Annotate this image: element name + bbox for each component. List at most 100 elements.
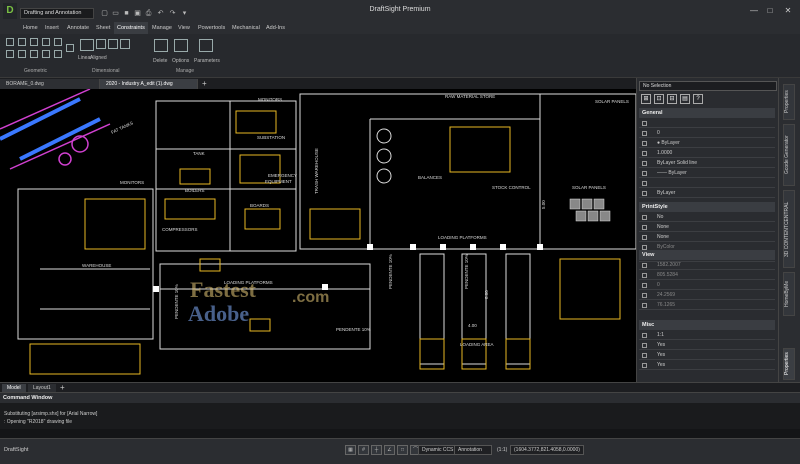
angular-icon[interactable] — [120, 39, 130, 49]
polar-icon[interactable]: ∠ — [384, 445, 395, 455]
radius-icon[interactable] — [96, 39, 106, 49]
fix-icon[interactable] — [66, 44, 74, 52]
selection-dropdown[interactable]: No Selection — [639, 81, 777, 91]
filter-icon[interactable]: ▤ — [680, 94, 690, 104]
delete-button[interactable]: Delete — [153, 58, 167, 64]
options-icon[interactable] — [174, 39, 188, 52]
toggle-pickadd-icon[interactable]: ⊟ — [667, 94, 677, 104]
misc-row[interactable]: Yes — [639, 341, 775, 350]
printstyle-row[interactable]: No — [639, 213, 775, 222]
print-icon — [642, 215, 647, 220]
menu-addins[interactable]: Add-Ins — [263, 22, 288, 34]
app-logo-icon[interactable]: D — [3, 3, 17, 19]
parameters-icon[interactable] — [199, 39, 213, 52]
side-tab-gcode[interactable]: Gcode Generator — [783, 124, 795, 186]
diameter-icon[interactable] — [108, 39, 118, 49]
side-tab-properties-top[interactable]: Properties — [783, 84, 795, 120]
parameters-button[interactable]: Parameters — [194, 58, 220, 64]
section-view[interactable]: View — [639, 250, 775, 260]
misc-row[interactable]: Yes — [639, 351, 775, 360]
misc-row[interactable]: Yes — [639, 361, 775, 370]
concentric-icon[interactable] — [18, 38, 26, 46]
esnap-icon[interactable]: □ — [397, 445, 408, 455]
general-row[interactable]: —— ByLayer — [639, 169, 775, 178]
select-objects-icon[interactable]: ⊞ — [641, 94, 651, 104]
section-general[interactable]: General — [639, 108, 775, 118]
misc-row[interactable]: 1:1 — [639, 331, 775, 340]
redo-icon[interactable]: ↷ — [168, 9, 177, 18]
options-button[interactable]: Options — [172, 58, 189, 64]
perpendicular-icon[interactable] — [42, 38, 50, 46]
side-tab-properties-bottom[interactable]: Properties — [783, 348, 795, 380]
menu-powertools[interactable]: Powertools — [195, 22, 228, 34]
general-row[interactable]: ByLayer — [639, 189, 775, 198]
smooth-icon[interactable] — [30, 50, 38, 58]
snap-icon[interactable]: ▦ — [345, 445, 356, 455]
equal-icon[interactable] — [54, 50, 62, 58]
doc-tab-1[interactable]: BORAME_0.dwg — [0, 79, 100, 89]
section-printstyle[interactable]: PrintStyle — [639, 202, 775, 212]
view-row[interactable]: 1582.2007 — [639, 261, 775, 270]
tangent-icon[interactable] — [18, 50, 26, 58]
menu-mechanical[interactable]: Mechanical — [229, 22, 263, 34]
save-icon[interactable]: ■ — [122, 9, 131, 18]
undo-icon[interactable]: ↶ — [156, 9, 165, 18]
section-misc[interactable]: Misc — [639, 320, 775, 330]
menu-view[interactable]: View — [175, 22, 193, 34]
symmetric-icon[interactable] — [42, 50, 50, 58]
save-as-icon[interactable]: ▣ — [133, 9, 142, 18]
quick-select-icon[interactable]: ⊡ — [654, 94, 664, 104]
general-row[interactable]: ● ByLayer — [639, 139, 775, 148]
general-row[interactable]: 1.0000 — [639, 149, 775, 158]
doc-tab-2[interactable]: 2020 - Industry A_edit (1).dwg — [100, 79, 198, 89]
side-tab-homebyme[interactable]: HomeByMe — [783, 272, 795, 316]
dynamic-ccs-toggle[interactable]: Dynamic CCS — [418, 445, 458, 455]
ortho-icon[interactable]: ┼ — [371, 445, 382, 455]
delete-constraint-icon[interactable] — [154, 39, 168, 52]
menu-constraints[interactable]: Constraints — [114, 22, 148, 34]
close-icon[interactable]: ✕ — [782, 5, 794, 16]
printstyle-row[interactable]: None — [639, 233, 775, 242]
minimize-icon[interactable]: — — [748, 5, 760, 16]
side-tab-3dcontentcentral[interactable]: 3D CONTENTCENTRAL — [783, 190, 795, 268]
printstyle-row[interactable]: None — [639, 223, 775, 232]
dropdown-arrow-icon[interactable]: ▾ — [180, 9, 189, 18]
thickness-icon — [642, 181, 647, 186]
general-row[interactable] — [639, 179, 775, 188]
general-row[interactable] — [639, 119, 775, 128]
new-tab-button[interactable]: + — [202, 79, 207, 88]
menu-annotate[interactable]: Annotate — [64, 22, 92, 34]
label-compressors: COMPRESSORS — [162, 227, 198, 232]
open-file-icon[interactable]: ▭ — [111, 9, 120, 18]
horizontal-icon[interactable] — [54, 38, 62, 46]
workspace-dropdown[interactable]: Drafting and Annotation — [20, 8, 94, 19]
view-row[interactable]: 805.5284 — [639, 271, 775, 280]
parallel-icon[interactable] — [30, 38, 38, 46]
menu-insert[interactable]: Insert — [42, 22, 62, 34]
grid-icon[interactable]: # — [358, 445, 369, 455]
linear-dimension-icon[interactable] — [80, 39, 94, 51]
view-row[interactable]: 24.2569 — [639, 291, 775, 300]
new-file-icon[interactable]: ▢ — [100, 9, 109, 18]
view-row[interactable]: 76.1265 — [639, 301, 775, 310]
label-stock-control: STOCK CONTROL — [492, 185, 531, 190]
annotation-dropdown[interactable]: Annotation — [454, 445, 492, 455]
vertical-icon[interactable] — [6, 50, 14, 58]
drawing-canvas[interactable]: RAW MATERIAL STORE SOLAR PANELS SOLAR PA… — [0, 89, 636, 382]
help-icon[interactable]: ? — [693, 94, 703, 104]
label-dim-500: 5.00 — [541, 200, 546, 209]
menu-manage[interactable]: Manage — [149, 22, 175, 34]
view-row[interactable]: 0 — [639, 281, 775, 290]
menu-home[interactable]: Home — [20, 22, 41, 34]
print-icon[interactable]: ⎙ — [144, 9, 153, 18]
general-row[interactable]: ByLayer Solid line — [639, 159, 775, 168]
maximize-icon[interactable]: □ — [764, 5, 776, 16]
scale-icon — [642, 151, 647, 156]
general-row[interactable]: 0 — [639, 129, 775, 138]
new-layout-button[interactable]: + — [60, 383, 65, 392]
aligned-label[interactable]: Aligned — [90, 55, 107, 61]
watermark-line2: Adobe — [188, 301, 250, 326]
coincident-icon[interactable] — [6, 38, 14, 46]
menu-sheet[interactable]: Sheet — [93, 22, 113, 34]
table-icon — [642, 235, 647, 240]
